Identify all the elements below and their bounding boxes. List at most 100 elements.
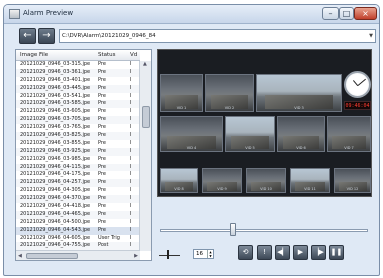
camera-tile-1: VID 1 bbox=[160, 74, 203, 112]
table-row[interactable]: 20121029_0946_04-465.jpe Pre I bbox=[16, 210, 140, 219]
camera-preview-panel: VID 1 VID 2 VID 3 09:46:04 VID 4 VID 5 V… bbox=[157, 49, 372, 197]
scroll-up-icon[interactable]: ▲ bbox=[143, 61, 147, 67]
camera-label: VID 5 bbox=[245, 146, 255, 150]
table-row[interactable]: 20121029_0946_04-418.jpe Pre I bbox=[16, 203, 140, 211]
row-vd: I bbox=[130, 226, 132, 233]
camera-label: VID 3 bbox=[294, 106, 304, 110]
camera-tile-11: VID 11 bbox=[290, 168, 330, 193]
vertical-scroll-thumb[interactable] bbox=[142, 106, 150, 128]
row-status: Pre bbox=[98, 218, 106, 225]
path-dropdown[interactable]: C:\DVR\Alarm\20121029_0946_84 ▼ bbox=[59, 29, 376, 43]
table-row[interactable]: 20121029_0946_04-543.jpe Pre I bbox=[16, 226, 140, 235]
vertical-scrollbar[interactable]: ▲ bbox=[139, 61, 151, 251]
row-status: Pre bbox=[98, 124, 106, 131]
seek-bar[interactable] bbox=[160, 229, 368, 232]
speed-slider[interactable] bbox=[159, 255, 180, 256]
camera-tile-6: VID 6 bbox=[277, 116, 325, 152]
table-row[interactable]: 20121029_0946_04-115.jpe Pre I bbox=[16, 163, 140, 172]
info-button[interactable]: ! bbox=[257, 245, 272, 260]
table-row[interactable]: 20121029_0946_04-605.jpe User Trig I bbox=[16, 235, 140, 243]
image-file-list[interactable]: Image File Status Vd 20121029_0946_03-31… bbox=[15, 49, 152, 261]
table-row[interactable]: 20121029_0946_03-541.jpe Pre I bbox=[16, 93, 140, 101]
table-row[interactable]: 20121029_0946_03-361.jpe Pre I bbox=[16, 68, 140, 77]
row-file: 20121029_0946_03-705.jpe bbox=[20, 116, 91, 123]
column-header-image-file[interactable]: Image File bbox=[20, 52, 48, 58]
row-status: Pre bbox=[98, 92, 106, 99]
table-row[interactable]: 20121029_0946_03-445.jpe Pre I bbox=[16, 84, 140, 93]
list-header: Image File Status Vd bbox=[16, 50, 140, 61]
table-row[interactable]: 20121029_0946_04-370.jpe Pre I bbox=[16, 195, 140, 204]
camera-tile-2: VID 2 bbox=[205, 74, 254, 112]
maximize-button[interactable]: □ bbox=[339, 7, 354, 20]
table-row[interactable]: 20121029_0946_03-825.jpe Pre I bbox=[16, 132, 140, 140]
row-vd: I bbox=[130, 203, 132, 210]
row-vd: I bbox=[130, 210, 132, 217]
table-row[interactable]: 20121029_0946_04-305.jpe Pre I bbox=[16, 187, 140, 195]
camera-label: VID 12 bbox=[346, 187, 359, 191]
row-status: Pre bbox=[98, 155, 106, 162]
row-vd: I bbox=[130, 187, 132, 194]
table-row[interactable]: 20121029_0946_04-500.jpe Pre I bbox=[16, 219, 140, 227]
camera-tile-5: VID 5 bbox=[225, 116, 275, 152]
row-file: 20121029_0946_03-925.jpe bbox=[20, 147, 91, 154]
row-file: 20121029_0946_04-543.jpe bbox=[20, 226, 91, 233]
camera-label: VID 1 bbox=[176, 106, 187, 110]
row-file: 20121029_0946_03-361.jpe bbox=[20, 68, 91, 75]
table-row[interactable]: 20121029_0946_03-705.jpe Pre I bbox=[16, 116, 140, 125]
row-file: 20121029_0946_04-605.jpe bbox=[20, 234, 91, 241]
table-row[interactable]: 20121029_0946_03-925.jpe Pre I bbox=[16, 147, 140, 156]
row-file: 20121029_0946_03-985.jpe bbox=[20, 155, 91, 162]
camera-label: VID 2 bbox=[224, 106, 235, 110]
close-button[interactable]: × bbox=[354, 7, 377, 20]
minimize-button[interactable]: – bbox=[322, 7, 339, 20]
camera-tile-3: VID 3 bbox=[256, 74, 342, 112]
row-file: 20121029_0946_03-765.jpe bbox=[20, 124, 91, 131]
row-status: Pre bbox=[98, 61, 106, 67]
table-row[interactable]: 20121029_0946_03-585.jpe Pre I bbox=[16, 100, 140, 109]
table-row[interactable]: 20121029_0946_03-605.jpe Pre I bbox=[16, 108, 140, 116]
row-status: Pre bbox=[98, 84, 106, 91]
row-file: 20121029_0946_03-855.jpe bbox=[20, 139, 91, 146]
table-row[interactable]: 20121029_0946_03-985.jpe Pre I bbox=[16, 156, 140, 164]
camera-tile-8: VID 8 bbox=[160, 168, 198, 193]
table-row[interactable]: 20121029_0946_03-855.jpe Pre I bbox=[16, 140, 140, 148]
column-header-status[interactable]: Status bbox=[98, 52, 116, 58]
seek-thumb[interactable] bbox=[229, 223, 236, 236]
row-vd: I bbox=[130, 218, 132, 225]
row-vd: I bbox=[130, 84, 132, 91]
horizontal-scrollbar[interactable]: ◀ ▶ bbox=[16, 250, 140, 260]
row-status: User Trig bbox=[98, 234, 120, 241]
table-row[interactable]: 20121029_0946_03-765.jpe Pre I bbox=[16, 124, 140, 132]
table-row[interactable]: 20121029_0946_03-315.jpe Pre I bbox=[16, 61, 140, 69]
next-frame-button[interactable]: ▕▶ bbox=[311, 245, 326, 260]
row-file: 20121029_0946_03-445.jpe bbox=[20, 84, 91, 91]
row-vd: I bbox=[130, 147, 132, 154]
column-header-vd[interactable]: Vd bbox=[130, 52, 137, 58]
forward-button[interactable]: → bbox=[38, 28, 55, 44]
scroll-right-icon[interactable]: ▶ bbox=[134, 253, 138, 259]
horizontal-scroll-thumb[interactable] bbox=[26, 253, 78, 259]
table-row[interactable]: 20121029_0946_04-175.jpe Pre I bbox=[16, 171, 140, 179]
camera-label: VID 7 bbox=[344, 146, 354, 150]
camera-tile-12: VID 12 bbox=[334, 168, 371, 193]
table-row[interactable]: 20121029_0946_04-257.jpe Pre I bbox=[16, 179, 140, 188]
speed-slider-thumb[interactable] bbox=[167, 250, 169, 259]
speed-spinbox[interactable]: 16 ▲ ▼ bbox=[193, 249, 214, 259]
back-button[interactable]: ← bbox=[19, 28, 36, 44]
row-vd: I bbox=[130, 155, 132, 162]
table-row[interactable]: 20121029_0946_03-401.jpe Pre I bbox=[16, 77, 140, 85]
clock-minute-hand bbox=[357, 78, 366, 86]
row-vd: I bbox=[130, 179, 132, 186]
pause-button[interactable]: ❚❚ bbox=[329, 245, 344, 260]
spin-arrows-icon[interactable]: ▲ ▼ bbox=[207, 250, 213, 258]
scroll-left-icon[interactable]: ◀ bbox=[18, 253, 22, 259]
dropdown-arrow-icon[interactable]: ▼ bbox=[369, 30, 373, 42]
row-vd: I bbox=[130, 234, 132, 241]
row-status: Pre bbox=[98, 171, 106, 178]
row-status: Pre bbox=[98, 210, 106, 217]
play-button[interactable]: ▶ bbox=[293, 245, 308, 260]
row-vd: I bbox=[130, 76, 132, 83]
camera-label: VID 10 bbox=[260, 187, 272, 191]
loop-button[interactable]: ⟲ bbox=[238, 245, 253, 260]
previous-frame-button[interactable]: ◀▏ bbox=[275, 245, 290, 260]
